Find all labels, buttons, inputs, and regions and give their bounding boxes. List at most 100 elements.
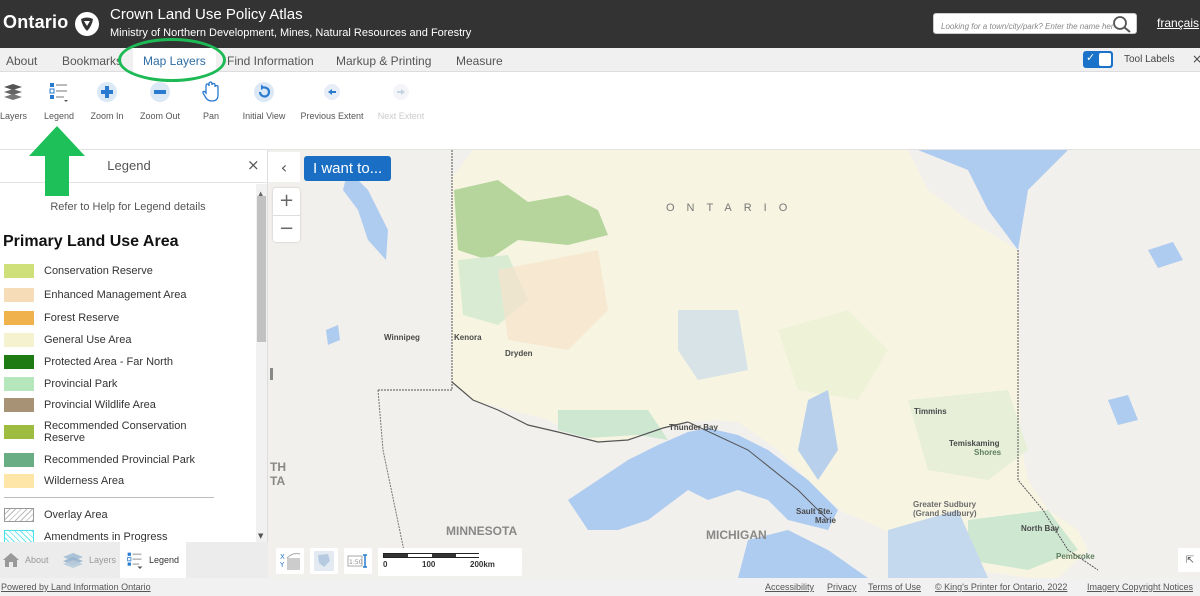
- footer-link-imagery[interactable]: Imagery Copyright Notices: [1087, 582, 1193, 592]
- map-bottom-controls: XY 1:50 0 100 200km: [276, 548, 522, 576]
- map-label-winnipeg: Winnipeg: [384, 333, 420, 342]
- scroll-down-icon[interactable]: ▼: [258, 532, 263, 540]
- zoom-out-button[interactable]: Zoom Out: [138, 80, 182, 121]
- next-extent-button[interactable]: Next Extent: [377, 80, 425, 121]
- ontario-logo-text[interactable]: Ontario: [3, 12, 68, 33]
- i-want-to-button[interactable]: I want to...: [304, 156, 392, 181]
- map-label-timmins: Timmins: [914, 407, 947, 416]
- search-icon[interactable]: [1112, 15, 1132, 37]
- map-label-temiskaming-1: Temiskaming: [949, 439, 1000, 448]
- tab-find-information[interactable]: Find Information: [227, 48, 314, 72]
- legend-label: Recommended Provincial Park: [44, 454, 196, 466]
- border-line: [378, 150, 453, 391]
- pan-button[interactable]: Pan: [200, 80, 222, 121]
- legend-swatch-icon: [4, 425, 34, 439]
- legend-item: General Use Area: [4, 333, 214, 347]
- app-title: Crown Land Use Policy Atlas: [110, 6, 303, 23]
- check-icon: ✓: [1086, 51, 1096, 64]
- legend-label: Overlay Area: [44, 509, 108, 521]
- xy-grid-icon: XY: [279, 553, 301, 570]
- tool-labels-label: Tool Labels: [1124, 54, 1175, 65]
- tab-about[interactable]: About: [6, 48, 37, 72]
- map-zoom-out-button[interactable]: −: [273, 215, 300, 242]
- legend-label: General Use Area: [44, 334, 132, 346]
- layers-button[interactable]: Layers: [0, 80, 27, 121]
- legend-panel: Legend × Refer to Help for Legend detail…: [0, 150, 268, 578]
- map-label-dryden: Dryden: [505, 349, 533, 358]
- place-search-input[interactable]: [934, 17, 1114, 36]
- footer-link-accessibility[interactable]: Accessibility: [765, 582, 814, 592]
- legend-swatch-icon: [4, 311, 34, 325]
- legend-item: Provincial Wildlife Area: [4, 398, 214, 412]
- layers-icon: [0, 80, 26, 104]
- arrow-right-icon: [377, 80, 425, 104]
- legend-item: Conservation Reserve: [4, 264, 214, 278]
- legend-label: Recommended Conservation Reserve: [44, 420, 187, 444]
- legend-item: Recommended Conservation Reserve: [4, 420, 214, 444]
- legend-item: Enhanced Management Area: [4, 288, 214, 302]
- arrow-left-icon: [300, 80, 364, 104]
- lake-shape: [1108, 395, 1138, 425]
- map-label-dakota-1: TH: [270, 460, 286, 474]
- close-tools-icon[interactable]: ×: [1192, 52, 1200, 66]
- tab-map-layers[interactable]: Map Layers: [133, 48, 216, 72]
- tab-bookmarks[interactable]: Bookmarks: [62, 48, 122, 72]
- zoom-in-button[interactable]: Zoom In: [89, 80, 125, 121]
- initial-view-button[interactable]: Initial View: [240, 80, 288, 121]
- home-icon: [2, 552, 20, 568]
- panel-bottom-tabs: About Layers Legend: [0, 542, 268, 578]
- app-header: Ontario Crown Land Use Policy Atlas Mini…: [0, 0, 1200, 48]
- close-icon[interactable]: ×: [247, 156, 260, 174]
- fullscreen-icon[interactable]: ⇱: [1178, 548, 1200, 572]
- map-label-dakota-2: TA: [270, 474, 286, 488]
- legend-swatch-icon: [4, 355, 34, 369]
- bottom-tab-legend[interactable]: Legend: [120, 542, 186, 578]
- legend-icon: [126, 550, 144, 570]
- scroll-thumb[interactable]: [257, 196, 266, 342]
- map-label-temiskaming-2: Shores: [974, 448, 1002, 457]
- scale-label-100: 100: [422, 560, 436, 569]
- tool-labels-toggle[interactable]: ✓: [1083, 51, 1113, 68]
- tab-markup-printing[interactable]: Markup & Printing: [336, 48, 431, 72]
- bottom-tab-layers[interactable]: Layers: [62, 542, 116, 578]
- map-label-thunder-bay: Thunder Bay: [669, 423, 718, 432]
- overview-map-button[interactable]: [310, 548, 338, 574]
- zoom-out-label: Zoom Out: [139, 111, 180, 121]
- map-toolbar: Layers Legend Zoom In Zoom Out Pan Initi…: [0, 72, 1200, 150]
- language-link[interactable]: français: [1157, 16, 1199, 30]
- lake-shape: [326, 325, 340, 345]
- map-zoom-in-button[interactable]: +: [273, 188, 300, 215]
- powered-by-link[interactable]: Powered by Land Information Ontario: [1, 582, 151, 592]
- legend-button[interactable]: Legend: [43, 80, 75, 121]
- place-search[interactable]: [933, 13, 1137, 37]
- legend-label: Provincial Wildlife Area: [44, 399, 156, 411]
- layers-icon: [62, 552, 84, 568]
- scale-icon: 1:50: [347, 554, 367, 568]
- bottom-tab-about[interactable]: About: [2, 542, 56, 578]
- legend-item: Provincial Park: [4, 377, 214, 391]
- refresh-icon: [240, 80, 288, 104]
- map-label-sault-1: Sault Ste.: [796, 507, 833, 516]
- footer-link-terms[interactable]: Terms of Use: [868, 582, 921, 592]
- legend-divider: [4, 497, 214, 498]
- previous-extent-button[interactable]: Previous Extent: [300, 80, 364, 121]
- legend-swatch-icon: [4, 333, 34, 347]
- legend-label: Enhanced Management Area: [44, 289, 187, 301]
- ontario-trillium-icon[interactable]: [75, 12, 99, 36]
- scale-label-0: 0: [383, 560, 388, 569]
- legend-item-amendments: Amendments in Progress: [4, 530, 214, 542]
- footer-link-privacy[interactable]: Privacy: [827, 582, 857, 592]
- map-label-minnesota: MINNESOTA: [446, 524, 518, 538]
- legend-scrollbar[interactable]: ▲ ▼: [256, 184, 267, 542]
- tab-measure[interactable]: Measure: [456, 48, 503, 72]
- collapse-panel-button[interactable]: ‹: [268, 152, 300, 182]
- panel-resize-handle[interactable]: [270, 368, 273, 380]
- footer-link-copyright[interactable]: © King's Printer for Ontario, 2022: [935, 582, 1067, 592]
- legend-label: Wilderness Area: [44, 475, 125, 487]
- previous-extent-label: Previous Extent: [300, 111, 364, 121]
- scale-button[interactable]: 1:50: [344, 548, 372, 574]
- coordinates-button[interactable]: XY: [276, 548, 304, 574]
- legend-label: Conservation Reserve: [44, 265, 153, 277]
- legend-item: Protected Area - Far North: [4, 355, 214, 369]
- map-view[interactable]: ONTARIO MINNESOTA MICHIGAN TH TA Winnipe…: [268, 150, 1200, 578]
